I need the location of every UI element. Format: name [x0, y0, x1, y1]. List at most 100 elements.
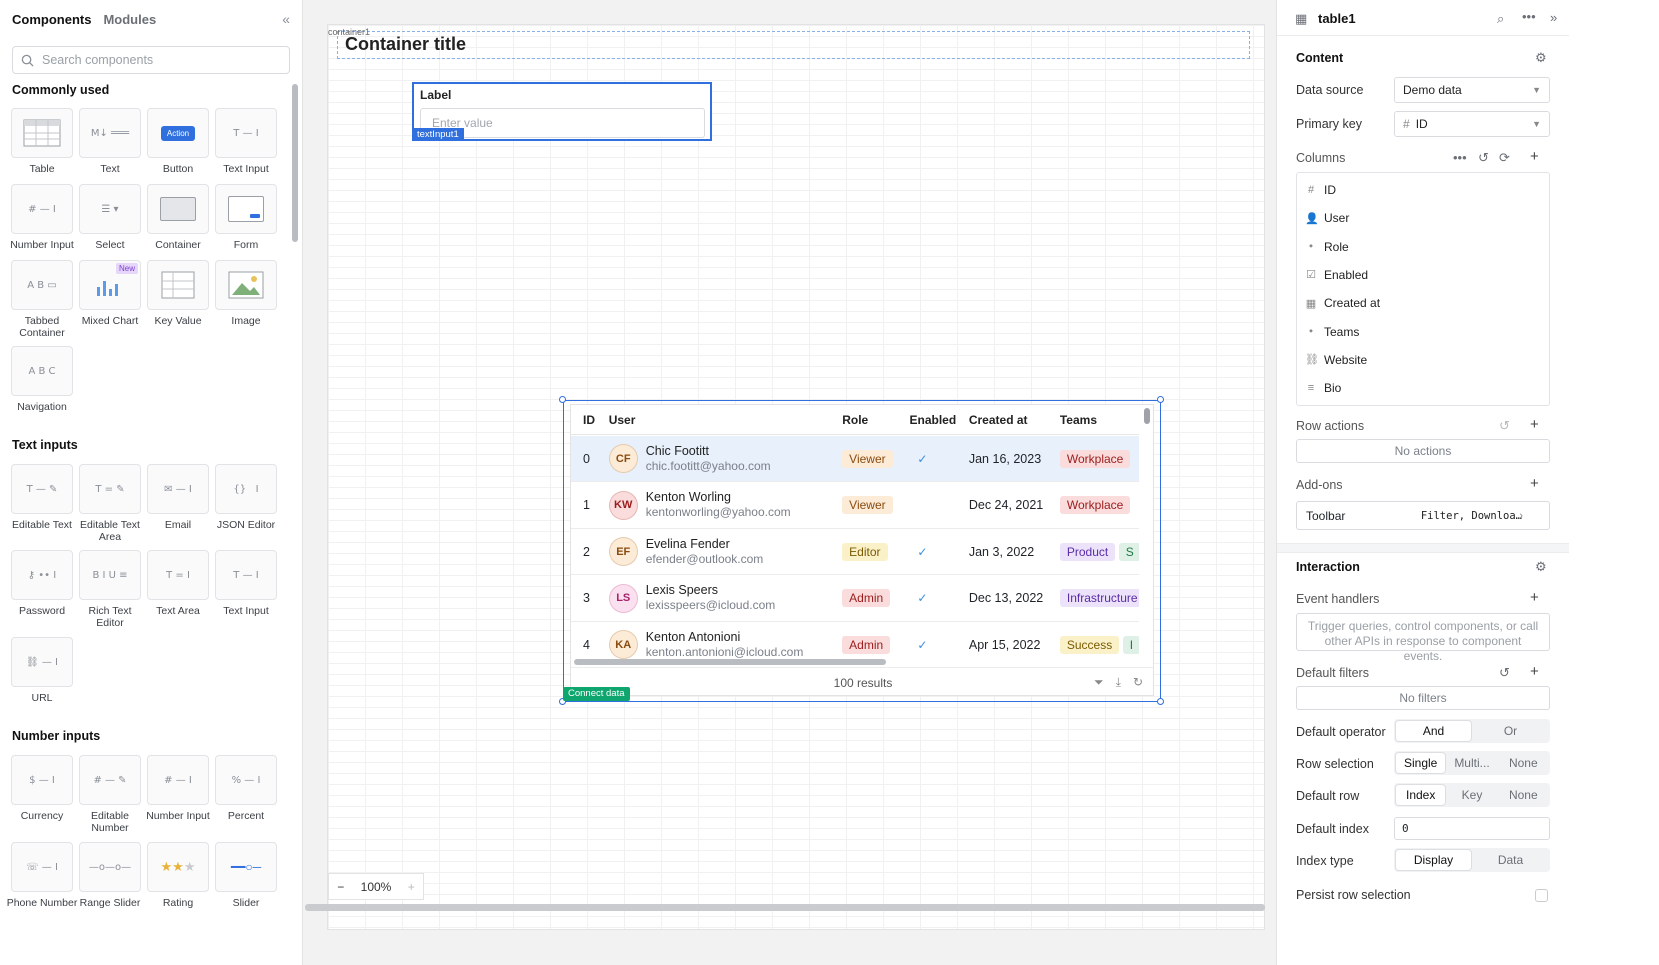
- add-addon-icon[interactable]: +: [1530, 475, 1539, 492]
- component-name[interactable]: table1: [1318, 11, 1356, 26]
- panel-scrollbar[interactable]: [290, 80, 299, 960]
- component-editable-text-area[interactable]: T = ✎ Editable Text Area: [74, 464, 146, 543]
- column-header-created-at[interactable]: Created at: [969, 413, 1060, 427]
- component-container[interactable]: Container: [142, 184, 214, 251]
- component-rating[interactable]: ★★ ★ Rating: [142, 842, 214, 909]
- component-text-input-2[interactable]: T — I Text Input: [210, 550, 282, 617]
- add-row-action-icon[interactable]: +: [1530, 416, 1539, 433]
- column-item[interactable]: ⬩ Teams: [1305, 325, 1359, 339]
- reset-icon[interactable]: ↺: [1499, 665, 1510, 681]
- zoom-out-icon[interactable]: −: [337, 880, 344, 894]
- component-tabbed-container[interactable]: A B ▭ Tabbed Container: [6, 260, 78, 339]
- component-key-value[interactable]: Key Value: [142, 260, 214, 327]
- reset-icon[interactable]: ↺: [1499, 418, 1510, 434]
- component-currency[interactable]: $ — I Currency: [6, 755, 78, 822]
- default-row-index[interactable]: Index: [1396, 785, 1446, 805]
- component-rich-text-editor[interactable]: B I U ≡ Rich Text Editor: [74, 550, 146, 629]
- add-event-handler-icon[interactable]: +: [1530, 589, 1539, 606]
- component-button[interactable]: Action Button: [142, 108, 214, 175]
- component-text[interactable]: M↓ ═══ Text: [74, 108, 146, 175]
- scrollbar-thumb[interactable]: [292, 84, 298, 242]
- column-item[interactable]: # ID: [1305, 183, 1336, 197]
- tab-components[interactable]: Components: [12, 12, 91, 27]
- component-editable-text[interactable]: T — ✎ Editable Text: [6, 464, 78, 531]
- component-json-editor[interactable]: {} I JSON Editor: [210, 464, 282, 531]
- operator-or[interactable]: Or: [1473, 721, 1548, 741]
- operator-and[interactable]: And: [1396, 721, 1471, 741]
- index-type-display[interactable]: Display: [1396, 850, 1471, 870]
- column-item[interactable]: ▦ Created at: [1305, 296, 1380, 310]
- toolbar-addon[interactable]: Toolbar Filter, Downloa… ›: [1296, 501, 1550, 530]
- component-select[interactable]: ☰ ▾ Select: [74, 184, 146, 251]
- component-email[interactable]: ✉ — I Email: [142, 464, 214, 531]
- default-row-key[interactable]: Key: [1447, 785, 1496, 805]
- row-selection-multi[interactable]: Multi...: [1447, 753, 1496, 773]
- row-selection-none[interactable]: None: [1499, 753, 1548, 773]
- column-header-teams[interactable]: Teams: [1060, 413, 1139, 427]
- settings-icon[interactable]: ⚙: [1535, 50, 1547, 66]
- persist-row-selection-checkbox[interactable]: [1535, 889, 1548, 902]
- component-form[interactable]: Form: [210, 184, 282, 251]
- component-url[interactable]: ⛓ — I URL: [6, 637, 78, 704]
- search-icon[interactable]: ⌕: [1497, 11, 1504, 27]
- container-title-area[interactable]: [337, 31, 1250, 59]
- component-table[interactable]: Table: [6, 108, 78, 175]
- component-navigation[interactable]: A B C Navigation: [6, 346, 78, 413]
- resize-handle[interactable]: [559, 396, 566, 403]
- collapse-inspector-icon[interactable]: »: [1550, 10, 1557, 25]
- component-image[interactable]: Image: [210, 260, 282, 327]
- canvas-horizontal-scrollbar[interactable]: [305, 904, 1265, 911]
- component-range-slider[interactable]: —o—o— Range Slider: [74, 842, 146, 909]
- primary-key-select[interactable]: # ID ▼: [1394, 111, 1550, 137]
- tab-modules[interactable]: Modules: [103, 12, 156, 27]
- table-row[interactable]: 0 CF Chic Footitt chic.footitt@yahoo.com Vie…: [571, 436, 1139, 482]
- column-header-user[interactable]: User: [609, 413, 842, 427]
- resize-handle[interactable]: [1157, 396, 1164, 403]
- event-handlers-placeholder[interactable]: Trigger queries, control components, or …: [1296, 613, 1550, 663]
- container-title[interactable]: Container title: [345, 34, 466, 55]
- filter-icon[interactable]: ⏷: [1094, 675, 1104, 690]
- column-item[interactable]: ☑ Enabled: [1305, 268, 1368, 282]
- zoom-in-icon[interactable]: +: [408, 880, 415, 894]
- component-mixed-chart[interactable]: New Mixed Chart: [74, 260, 146, 327]
- default-row-none[interactable]: None: [1499, 785, 1548, 805]
- component-slider[interactable]: ━━○─ Slider: [210, 842, 282, 909]
- collapse-panel-icon[interactable]: «: [282, 11, 290, 27]
- default-filters-empty[interactable]: No filters: [1296, 686, 1550, 710]
- table-row[interactable]: 3 LS Lexis Speers lexisspeers@icloud.com Adm…: [571, 576, 1139, 622]
- add-filter-icon[interactable]: +: [1530, 663, 1539, 680]
- refresh-icon[interactable]: ↻: [1133, 675, 1143, 690]
- component-number-input[interactable]: # — I Number Input: [6, 184, 78, 251]
- index-type-data[interactable]: Data: [1473, 850, 1548, 870]
- table-row[interactable]: 1 KW Kenton Worling kentonworling@yahoo.com…: [571, 483, 1139, 529]
- table-vertical-scrollbar[interactable]: [1144, 408, 1150, 424]
- text-input-tag[interactable]: textInput1: [412, 128, 464, 141]
- column-header-enabled[interactable]: Enabled: [909, 413, 968, 427]
- more-icon[interactable]: •••: [1522, 9, 1536, 24]
- column-item[interactable]: ≡ Bio: [1305, 381, 1342, 395]
- add-column-icon[interactable]: +: [1530, 148, 1539, 165]
- component-text-input[interactable]: T — I Text Input: [210, 108, 282, 175]
- row-selection-single[interactable]: Single: [1396, 753, 1446, 773]
- column-header-role[interactable]: Role: [842, 413, 909, 427]
- row-actions-empty[interactable]: No actions: [1296, 439, 1550, 463]
- download-icon[interactable]: ⤓: [1116, 675, 1121, 690]
- component-text-area[interactable]: T = I Text Area: [142, 550, 214, 617]
- component-phone-number[interactable]: ☏ — I Phone Number: [6, 842, 78, 909]
- component-number-input-2[interactable]: # — I Number Input: [142, 755, 214, 822]
- component-editable-number[interactable]: # — ✎ Editable Number: [74, 755, 146, 834]
- column-item[interactable]: 👤 User: [1305, 211, 1349, 225]
- table-row[interactable]: 2 EF Evelina Fender efender@outlook.com Edit…: [571, 529, 1139, 575]
- search-input[interactable]: Search components: [12, 46, 290, 74]
- table-horizontal-scrollbar[interactable]: [574, 659, 886, 665]
- column-item[interactable]: ⛓ Website: [1305, 353, 1367, 367]
- more-icon[interactable]: •••: [1453, 150, 1467, 165]
- sync-icon[interactable]: ⟳: [1499, 150, 1510, 166]
- component-password[interactable]: ⚷ •• I Password: [6, 550, 78, 617]
- data-table[interactable]: ID User Role Enabled Created at Teams 0 C…: [570, 404, 1154, 696]
- data-source-select[interactable]: Demo data ▼: [1394, 77, 1550, 103]
- default-index-input[interactable]: 0: [1394, 817, 1550, 840]
- reset-icon[interactable]: ↺: [1478, 150, 1489, 166]
- connect-data-button[interactable]: Connect data: [563, 687, 630, 701]
- column-item[interactable]: ⬩ Role: [1305, 240, 1349, 254]
